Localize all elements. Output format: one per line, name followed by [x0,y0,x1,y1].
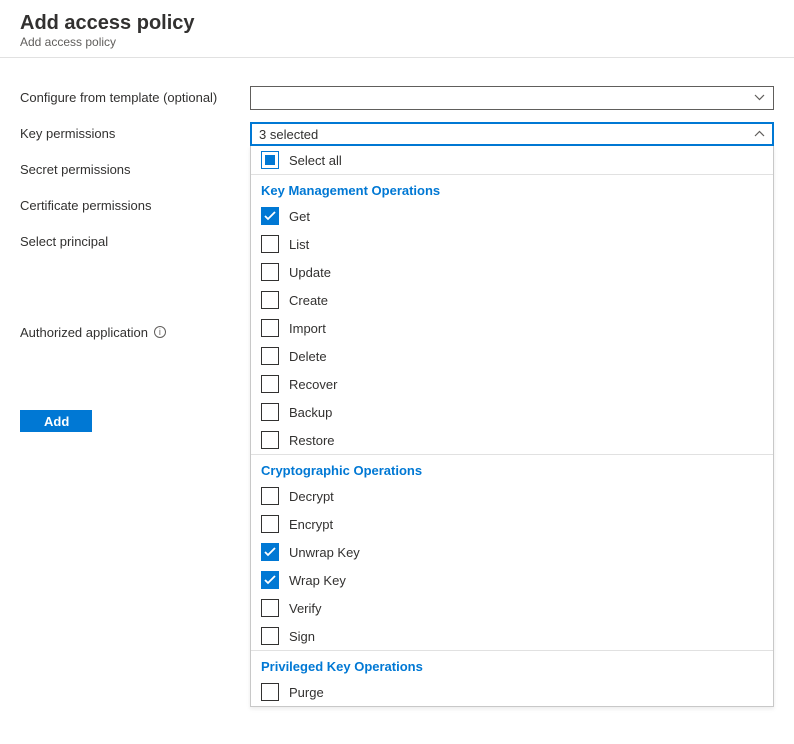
permission-checkbox[interactable] [261,207,279,225]
permission-option[interactable]: Restore [251,426,773,454]
configure-template-dropdown[interactable] [250,86,774,110]
permission-checkbox[interactable] [261,375,279,393]
permission-option[interactable]: Backup [251,398,773,426]
labels-column: Configure from template (optional) Key p… [20,86,250,707]
permission-checkbox[interactable] [261,347,279,365]
label-secret-permissions: Secret permissions [20,158,250,194]
permission-option[interactable]: Wrap Key [251,566,773,594]
permission-checkbox[interactable] [261,571,279,589]
page-title: Add access policy [20,12,774,35]
label-select-principal: Select principal [20,230,250,266]
permission-option[interactable]: Encrypt [251,510,773,538]
permission-checkbox[interactable] [261,403,279,421]
permission-label: Update [289,265,331,280]
permission-checkbox[interactable] [261,235,279,253]
key-permissions-panel: Select all Key Management Operations Get L… [250,146,774,707]
permission-checkbox[interactable] [261,515,279,533]
permission-option[interactable]: Purge [251,678,773,706]
permission-option[interactable]: Import [251,314,773,342]
permission-checkbox[interactable] [261,291,279,309]
chevron-up-icon [754,128,765,140]
permission-label: Verify [289,601,322,616]
permission-option[interactable]: Decrypt [251,482,773,510]
permission-label: Unwrap Key [289,545,360,560]
permission-label: Wrap Key [289,573,346,588]
section-header: Cryptographic Operations [251,454,773,482]
permission-option[interactable]: Get [251,202,773,230]
permission-option[interactable]: Unwrap Key [251,538,773,566]
select-all-label: Select all [289,153,342,168]
select-all-row[interactable]: Select all [251,146,773,175]
permission-checkbox[interactable] [261,543,279,561]
info-icon[interactable]: i [154,326,166,338]
permission-option[interactable]: Create [251,286,773,314]
content-area: Configure from template (optional) Key p… [0,58,794,727]
permission-label: Decrypt [289,489,334,504]
permission-label: List [289,237,309,252]
permission-label: Backup [289,405,332,420]
permission-label: Get [289,209,310,224]
permission-label: Purge [289,685,324,700]
authorized-application-text: Authorized application [20,325,148,340]
permission-option[interactable]: Sign [251,622,773,650]
key-permissions-value: 3 selected [259,127,318,142]
label-key-permissions: Key permissions [20,122,250,158]
permission-label: Sign [289,629,315,644]
permission-label: Encrypt [289,517,333,532]
label-configure-template: Configure from template (optional) [20,86,250,122]
select-all-checkbox[interactable] [261,151,279,169]
permission-option[interactable]: List [251,230,773,258]
label-authorized-application: Authorized application i [20,312,250,348]
permission-label: Create [289,293,328,308]
permission-checkbox[interactable] [261,263,279,281]
permission-option[interactable]: Verify [251,594,773,622]
breadcrumb: Add access policy [20,35,774,49]
permission-checkbox[interactable] [261,683,279,701]
permission-label: Restore [289,433,335,448]
permission-checkbox[interactable] [261,487,279,505]
page-header: Add access policy Add access policy [0,0,794,58]
chevron-down-icon [754,92,765,104]
add-button[interactable]: Add [20,410,92,432]
permission-checkbox[interactable] [261,599,279,617]
label-certificate-permissions: Certificate permissions [20,194,250,230]
permission-option[interactable]: Delete [251,342,773,370]
permission-label: Delete [289,349,327,364]
key-permissions-dropdown[interactable]: 3 selected [250,122,774,146]
permission-label: Recover [289,377,337,392]
section-header: Key Management Operations [251,175,773,202]
permission-checkbox[interactable] [261,627,279,645]
permission-checkbox[interactable] [261,431,279,449]
permission-checkbox[interactable] [261,319,279,337]
permission-label: Import [289,321,326,336]
permission-option[interactable]: Recover [251,370,773,398]
permission-option[interactable]: Update [251,258,773,286]
section-header: Privileged Key Operations [251,650,773,678]
fields-column: 3 selected Select all Key Management Ope… [250,86,774,707]
